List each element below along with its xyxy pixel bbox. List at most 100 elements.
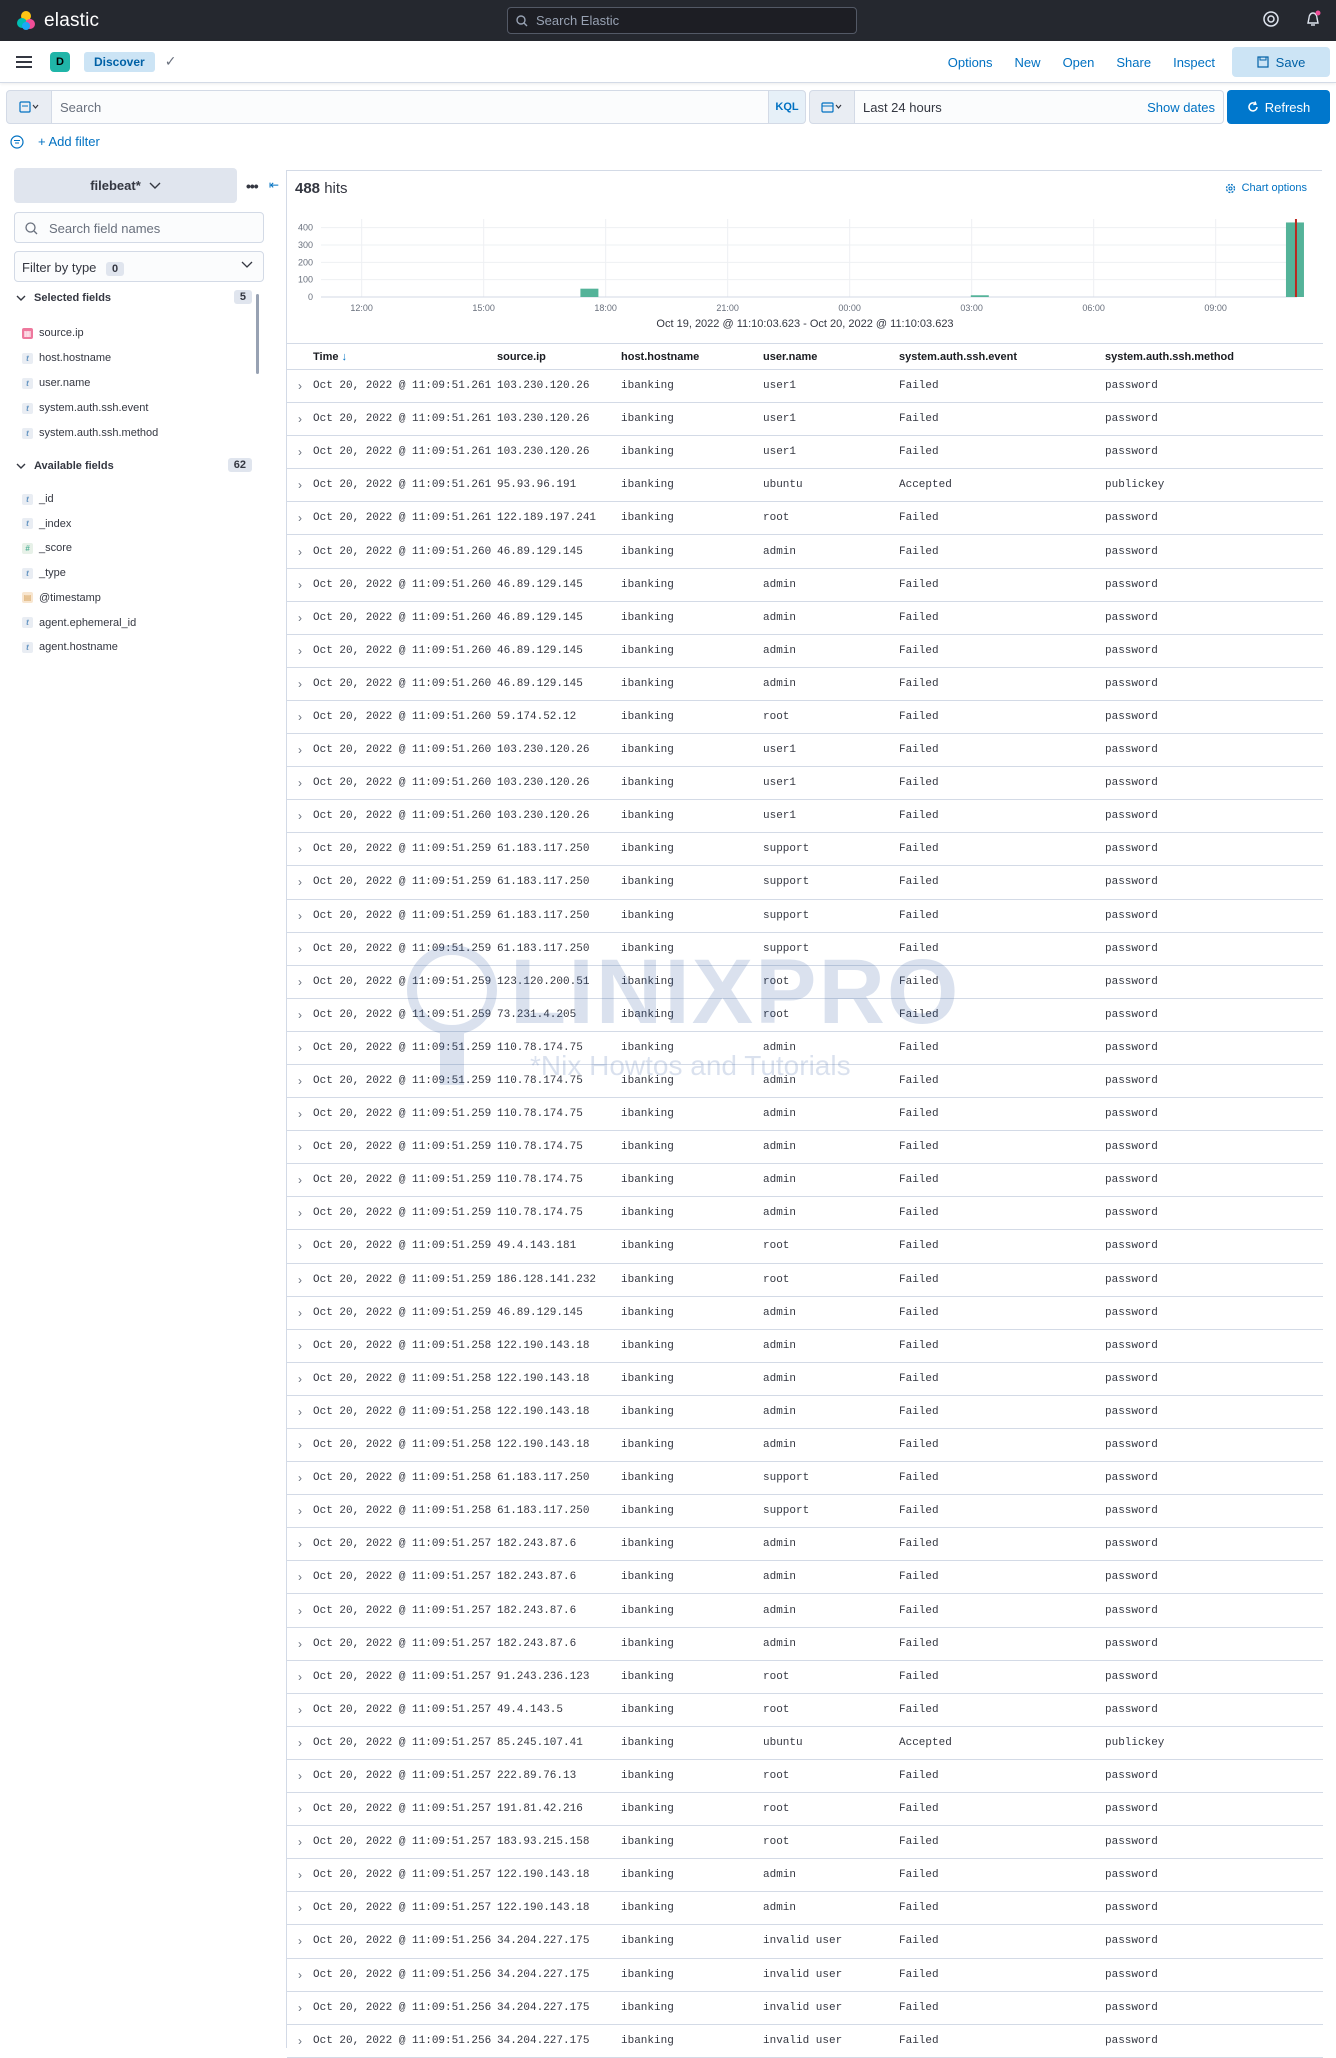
table-row[interactable]: › Oct 20, 2022 @ 11:09:51.259 186.128.141.… xyxy=(287,1263,1323,1297)
selected-field-user-name[interactable]: t user.name xyxy=(22,377,90,389)
table-row[interactable]: › Oct 20, 2022 @ 11:09:51.261 103.230.120.… xyxy=(287,402,1323,437)
column-header-source-ip[interactable]: source.ip xyxy=(497,343,621,370)
expand-row-icon[interactable]: › xyxy=(287,700,313,735)
expand-row-icon[interactable]: › xyxy=(287,1560,313,1595)
expand-row-icon[interactable]: › xyxy=(287,865,313,900)
selected-field-source-ip[interactable]: ▦ source.ip xyxy=(22,327,84,339)
expand-row-icon[interactable]: › xyxy=(287,534,313,569)
expand-row-icon[interactable]: › xyxy=(287,766,313,801)
chart-options-button[interactable]: Chart options xyxy=(1225,182,1307,194)
add-filter-button[interactable]: + Add filter xyxy=(38,134,100,149)
query-search-input[interactable]: Search xyxy=(52,90,769,124)
table-row[interactable]: › Oct 20, 2022 @ 11:09:51.260 46.89.129.14… xyxy=(287,601,1323,635)
refresh-button[interactable]: Refresh xyxy=(1227,90,1330,124)
table-row[interactable]: › Oct 20, 2022 @ 11:09:51.258 122.190.143.… xyxy=(287,1362,1323,1396)
table-row[interactable]: › Oct 20, 2022 @ 11:09:51.258 122.190.143.… xyxy=(287,1329,1323,1363)
expand-row-icon[interactable]: › xyxy=(287,1163,313,1198)
table-row[interactable]: › Oct 20, 2022 @ 11:09:51.259 61.183.117.2… xyxy=(287,865,1323,900)
expand-row-icon[interactable]: › xyxy=(287,1991,313,2025)
expand-row-icon[interactable]: › xyxy=(287,1593,313,1628)
table-row[interactable]: › Oct 20, 2022 @ 11:09:51.259 110.78.174.7… xyxy=(287,1097,1323,1132)
expand-row-icon[interactable]: › xyxy=(287,369,313,404)
expand-row-icon[interactable]: › xyxy=(287,799,313,834)
expand-row-icon[interactable]: › xyxy=(287,667,313,701)
more-options-icon[interactable]: ••• xyxy=(246,178,259,194)
expand-row-icon[interactable]: › xyxy=(287,733,313,768)
expand-row-icon[interactable]: › xyxy=(287,601,313,635)
options-link[interactable]: Options xyxy=(937,55,1004,70)
table-row[interactable]: › Oct 20, 2022 @ 11:09:51.257 222.89.76.13… xyxy=(287,1759,1323,1794)
filter-options-icon[interactable] xyxy=(10,134,24,149)
column-header-time[interactable]: Time ↓ xyxy=(313,343,497,370)
available-field-index[interactable]: t _index xyxy=(22,518,71,530)
share-link[interactable]: Share xyxy=(1105,55,1162,70)
help-icon[interactable] xyxy=(1262,10,1280,28)
available-field-agent-hostname[interactable]: t agent.hostname xyxy=(22,641,118,653)
table-row[interactable]: › Oct 20, 2022 @ 11:09:51.257 122.190.143.… xyxy=(287,1891,1323,1926)
table-row[interactable]: › Oct 20, 2022 @ 11:09:51.257 49.4.143.5 ib… xyxy=(287,1693,1323,1727)
table-row[interactable]: › Oct 20, 2022 @ 11:09:51.261 103.230.120.… xyxy=(287,369,1323,404)
table-row[interactable]: › Oct 20, 2022 @ 11:09:51.259 110.78.174.7… xyxy=(287,1130,1323,1165)
expand-row-icon[interactable]: › xyxy=(287,2024,313,2058)
field-search-input[interactable]: Search field names xyxy=(14,212,264,243)
table-row[interactable]: › Oct 20, 2022 @ 11:09:51.260 46.89.129.14… xyxy=(287,634,1323,668)
expand-row-icon[interactable]: › xyxy=(287,1296,313,1330)
table-row[interactable]: › Oct 20, 2022 @ 11:09:51.258 122.190.143.… xyxy=(287,1395,1323,1430)
table-row[interactable]: › Oct 20, 2022 @ 11:09:51.257 122.190.143.… xyxy=(287,1858,1323,1893)
table-row[interactable]: › Oct 20, 2022 @ 11:09:51.258 122.190.143.… xyxy=(287,1428,1323,1463)
column-header-ssh-event[interactable]: system.auth.ssh.event xyxy=(899,343,1105,370)
table-row[interactable]: › Oct 20, 2022 @ 11:09:51.260 46.89.129.14… xyxy=(287,667,1323,701)
table-row[interactable]: › Oct 20, 2022 @ 11:09:51.256 34.204.227.1… xyxy=(287,1924,1323,1959)
expand-row-icon[interactable]: › xyxy=(287,1263,313,1297)
open-link[interactable]: Open xyxy=(1052,55,1106,70)
expand-row-icon[interactable]: › xyxy=(287,1924,313,1959)
expand-row-icon[interactable]: › xyxy=(287,402,313,437)
save-button[interactable]: Save xyxy=(1232,47,1330,77)
column-header-ssh-method[interactable]: system.auth.ssh.method xyxy=(1105,343,1323,370)
expand-row-icon[interactable]: › xyxy=(287,1428,313,1463)
table-row[interactable]: › Oct 20, 2022 @ 11:09:51.258 61.183.117.2… xyxy=(287,1461,1323,1496)
available-field-id[interactable]: t _id xyxy=(22,493,54,505)
table-row[interactable]: › Oct 20, 2022 @ 11:09:51.260 103.230.120.… xyxy=(287,766,1323,801)
histogram-chart[interactable]: 0 100 200 300 400 12:00 15:00 18:00 21:00 00:00 03… xyxy=(287,213,1323,317)
expand-row-icon[interactable]: › xyxy=(287,634,313,668)
expand-row-icon[interactable]: › xyxy=(287,1726,313,1760)
expand-row-icon[interactable]: › xyxy=(287,1660,313,1694)
table-row[interactable]: › Oct 20, 2022 @ 11:09:51.257 191.81.42.21… xyxy=(287,1792,1323,1827)
breadcrumb-discover[interactable]: Discover xyxy=(84,51,155,72)
table-row[interactable]: › Oct 20, 2022 @ 11:09:51.259 61.183.117.2… xyxy=(287,932,1323,966)
expand-row-icon[interactable]: › xyxy=(287,1229,313,1264)
available-field-timestamp[interactable]: ▤ @timestamp xyxy=(22,592,101,604)
selected-field-system-auth-ssh-event[interactable]: t system.auth.ssh.event xyxy=(22,402,148,414)
selected-field-system-auth-ssh-method[interactable]: t system.auth.ssh.method xyxy=(22,427,158,439)
expand-row-icon[interactable]: › xyxy=(287,932,313,966)
expand-row-icon[interactable]: › xyxy=(287,1792,313,1827)
expand-row-icon[interactable]: › xyxy=(287,1693,313,1727)
table-row[interactable]: › Oct 20, 2022 @ 11:09:51.259 61.183.117.2… xyxy=(287,832,1323,867)
table-row[interactable]: › Oct 20, 2022 @ 11:09:51.259 110.78.174.7… xyxy=(287,1163,1323,1198)
saved-query-button[interactable] xyxy=(6,90,52,124)
inspect-link[interactable]: Inspect xyxy=(1162,55,1226,70)
global-search-input[interactable]: Search Elastic xyxy=(507,7,857,34)
show-dates-link[interactable]: Show dates xyxy=(1147,100,1215,115)
space-avatar[interactable]: D xyxy=(50,51,70,72)
table-row[interactable]: › Oct 20, 2022 @ 11:09:51.258 61.183.117.2… xyxy=(287,1494,1323,1529)
expand-row-icon[interactable]: › xyxy=(287,1627,313,1661)
expand-row-icon[interactable]: › xyxy=(287,468,313,503)
expand-row-icon[interactable]: › xyxy=(287,1759,313,1794)
new-link[interactable]: New xyxy=(1004,55,1052,70)
elastic-logo[interactable]: elastic xyxy=(14,9,494,33)
query-language-button[interactable]: KQL xyxy=(768,90,806,124)
expand-row-icon[interactable]: › xyxy=(287,501,313,536)
available-field-agent-ephemeral-id[interactable]: t agent.ephemeral_id xyxy=(22,617,136,629)
table-row[interactable]: › Oct 20, 2022 @ 11:09:51.261 95.93.96.191… xyxy=(287,468,1323,503)
date-range-picker[interactable]: Last 24 hours Show dates xyxy=(855,90,1224,124)
available-field-type[interactable]: t _type xyxy=(22,567,66,579)
expand-row-icon[interactable]: › xyxy=(287,1958,313,1992)
table-row[interactable]: › Oct 20, 2022 @ 11:09:51.259 49.4.143.181… xyxy=(287,1229,1323,1264)
expand-row-icon[interactable]: › xyxy=(287,1097,313,1132)
expand-row-icon[interactable]: › xyxy=(287,1461,313,1496)
expand-row-icon[interactable]: › xyxy=(287,1825,313,1860)
table-row[interactable]: › Oct 20, 2022 @ 11:09:51.259 123.120.200.… xyxy=(287,965,1323,999)
notifications-icon[interactable] xyxy=(1304,10,1322,28)
